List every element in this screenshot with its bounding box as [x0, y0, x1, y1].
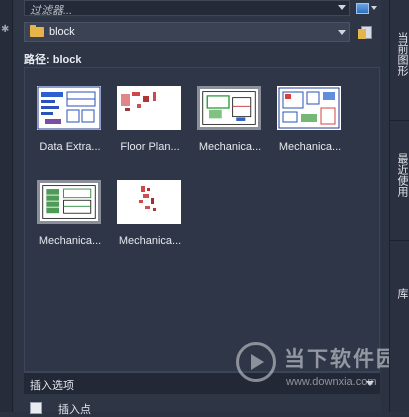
left-strip: ✱ — [0, 0, 13, 412]
chevron-down-icon[interactable] — [338, 5, 346, 10]
thumbnail-view-button[interactable] — [356, 2, 382, 16]
block-name: Floor Plan... — [120, 141, 180, 153]
blocks-palette-main: 过滤器... block 路径: block Data Extra... Flo… — [14, 0, 397, 416]
image-icon — [356, 3, 369, 14]
insert-options-label: 插入选项 — [30, 380, 74, 392]
block-thumbnail — [117, 180, 181, 224]
block-tile-mechanical-3[interactable]: Mechanica... — [29, 180, 111, 250]
block-thumbnail — [37, 180, 101, 224]
tab-recent[interactable]: 最近使用 — [390, 145, 409, 205]
block-thumbnail — [197, 86, 261, 130]
folder-icon — [358, 29, 366, 39]
block-name: Mechanica... — [198, 141, 262, 153]
block-tile-mechanical-1[interactable]: Mechanica... — [189, 86, 271, 156]
insertion-point-label: 插入点 — [58, 404, 91, 416]
chevron-down-icon[interactable] — [366, 381, 374, 386]
block-tile-floor-plan[interactable]: Floor Plan... — [109, 86, 191, 156]
chevron-down-icon[interactable] — [338, 30, 346, 35]
block-tile-data-extraction[interactable]: Data Extra... — [29, 86, 111, 156]
tab-current-drawing[interactable]: 当前图形 — [390, 18, 409, 90]
block-thumbnails-area: Data Extra... Floor Plan... Mechanica...… — [24, 67, 380, 372]
block-name: Mechanica... — [38, 235, 102, 247]
chevron-down-icon[interactable] — [371, 6, 377, 10]
tab-divider — [390, 120, 409, 121]
insertion-point-checkbox[interactable] — [30, 402, 42, 414]
block-name: Mechanica... — [278, 141, 342, 153]
block-name: Mechanica... — [118, 235, 182, 247]
block-thumbnail — [117, 86, 181, 130]
folder-dropdown[interactable]: block — [24, 22, 350, 42]
block-thumbnail — [277, 86, 341, 130]
folder-icon — [30, 25, 44, 37]
block-thumbnail — [37, 86, 101, 130]
filter-dropdown[interactable]: 过滤器... — [24, 0, 350, 17]
insert-options-header[interactable]: 插入选项 — [24, 372, 380, 394]
settings-icon[interactable]: ✱ — [1, 24, 9, 35]
tab-divider — [390, 240, 409, 241]
browse-files-button[interactable] — [358, 25, 374, 41]
block-name: Data Extra... — [39, 141, 101, 153]
tab-library[interactable]: 库 — [390, 278, 409, 308]
palette-side-tabs: 当前图形 最近使用 库 — [389, 0, 409, 412]
folder-name: block — [49, 26, 75, 38]
block-tile-mechanical-4[interactable]: Mechanica... — [109, 180, 191, 250]
filter-placeholder: 过滤器... — [30, 5, 73, 17]
block-tile-mechanical-2[interactable]: Mechanica... — [269, 86, 351, 156]
path-label: 路径: block — [24, 54, 82, 66]
